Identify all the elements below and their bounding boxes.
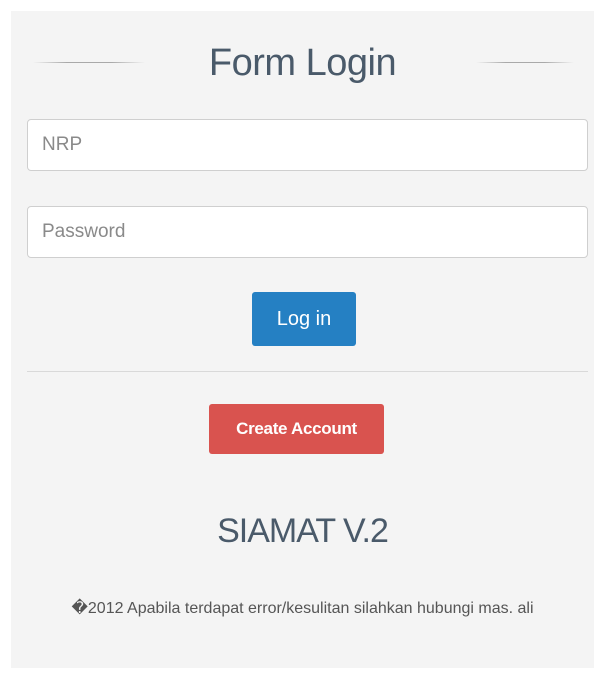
password-input[interactable] [27, 206, 588, 258]
section-divider [27, 371, 588, 372]
form-header: Form Login [11, 38, 594, 88]
login-panel: Form Login Log in Create Account SIAMAT … [11, 11, 594, 668]
nrp-input[interactable] [27, 119, 588, 171]
title-divider-right [476, 62, 574, 63]
create-account-button[interactable]: Create Account [209, 404, 384, 454]
form-title: Form Login [208, 42, 397, 84]
login-button[interactable]: Log in [252, 292, 356, 346]
app-brand: SIAMAT V.2 [217, 512, 389, 550]
footer-text: �2012 Apabila terdapat error/kesulitan s… [71, 600, 534, 617]
